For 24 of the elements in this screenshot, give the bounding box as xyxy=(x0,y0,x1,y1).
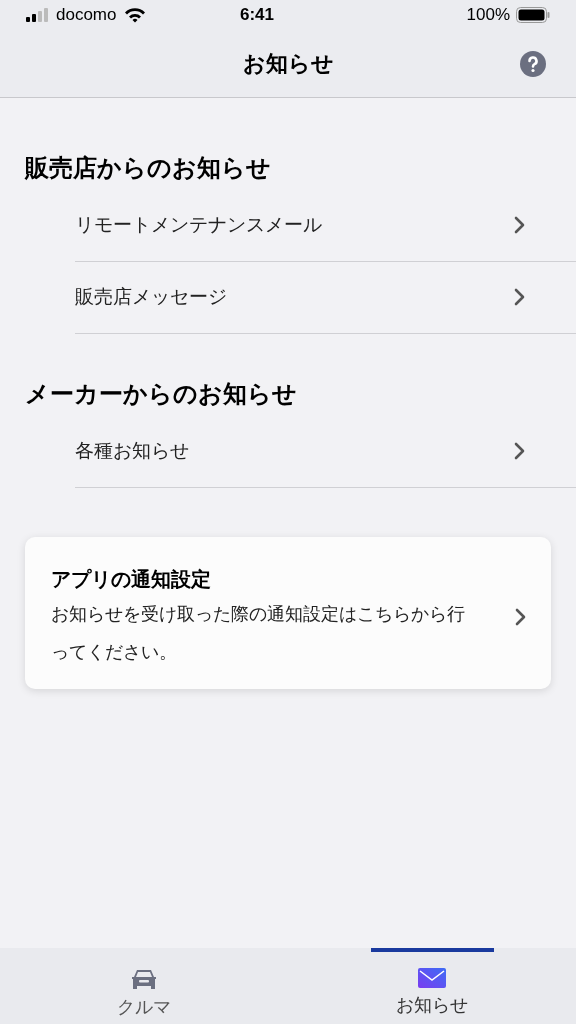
wifi-icon xyxy=(124,7,147,23)
tab[interactable]: クルマ xyxy=(0,948,288,1024)
list-item[interactable]: 各種お知らせ xyxy=(75,415,576,488)
battery-percent: 100% xyxy=(466,4,510,27)
list-item[interactable]: 販売店メッセージ xyxy=(75,261,576,334)
list-item[interactable]: リモートメンテナンスメール xyxy=(75,189,576,262)
mail-icon xyxy=(418,968,446,988)
card-text: お知らせを受け取った際の通知設定はこちらから行ってください。 xyxy=(51,603,466,664)
signal-icon xyxy=(26,8,50,22)
section-heading: 販売店からのお知らせ xyxy=(23,153,272,183)
clock-time: 6:41 xyxy=(240,4,275,27)
tab[interactable]: お知らせ xyxy=(288,948,576,1024)
battery-icon xyxy=(516,7,550,23)
help-icon[interactable] xyxy=(520,50,546,77)
chevron-right-icon xyxy=(515,608,527,626)
chevron-right-icon xyxy=(514,288,526,306)
settings-card[interactable]: アプリの通知設定 お知らせを受け取った際の通知設定はこちらから行ってください。 xyxy=(25,537,551,689)
chevron-right-icon xyxy=(514,442,526,460)
car-icon xyxy=(129,968,159,990)
section-heading: メーカーからのお知らせ xyxy=(24,379,298,409)
carrier-name: docomo xyxy=(56,4,117,27)
chevron-right-icon xyxy=(514,216,526,234)
card-title: アプリの通知設定 xyxy=(51,567,212,592)
page-title: お知らせ xyxy=(242,50,334,78)
